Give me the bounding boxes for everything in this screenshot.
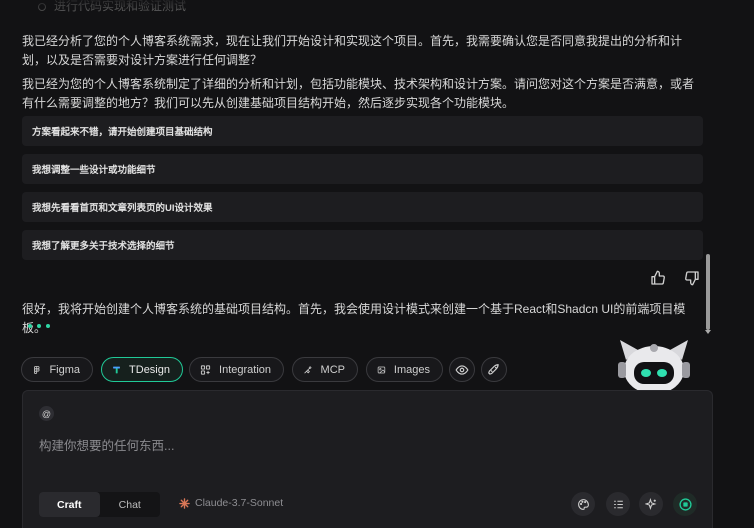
message-input[interactable]: 构建你想要的任何东西... [39, 435, 174, 454]
tdesign-button[interactable]: TDesign [101, 357, 183, 382]
mode-toggle[interactable]: Craft Chat [39, 492, 160, 517]
enhance-button[interactable] [639, 492, 663, 516]
assistant-message-1: 我已经分析了您的个人博客系统需求，现在让我们开始设计和实现这个项目。首先，我需要… [22, 34, 683, 67]
eye-icon [455, 364, 469, 375]
figma-icon [33, 365, 40, 374]
scroll-down-arrow[interactable] [705, 330, 711, 334]
message-composer[interactable]: @ 构建你想要的任何东西... Craft Chat Claude-3.7-So… [22, 390, 713, 528]
previous-text: 进行代码实现和验证测试 [54, 0, 187, 13]
rocket-icon [488, 363, 499, 375]
palette-icon [577, 498, 589, 510]
assistant-reply: 很好，我将开始创建个人博客系统的基础项目结构。首先，我会使用设计模式来创建一个基… [22, 302, 686, 335]
option-tech-details[interactable]: 我想了解更多关于技术选择的细节 [22, 230, 703, 260]
robot-mascot-icon [618, 340, 690, 394]
claude-logo-icon [179, 497, 190, 509]
list-icon [613, 500, 623, 508]
integration-icon [200, 364, 211, 375]
images-icon [377, 366, 386, 373]
model-selector[interactable]: Claude-3.7-Sonnet [179, 497, 283, 509]
scrollbar-thumb[interactable] [706, 254, 710, 330]
stop-icon [678, 497, 692, 511]
deploy-button[interactable] [481, 357, 507, 382]
mode-chat-tab[interactable]: Chat [100, 492, 161, 517]
sparkle-icon [644, 497, 656, 510]
assistant-message-2: 我已经为您的个人博客系统制定了详细的分析和计划，包括功能模块、技术架构和设计方案… [22, 77, 695, 110]
images-button[interactable]: Images [366, 357, 443, 382]
thumbs-up-icon[interactable] [650, 270, 666, 286]
stop-button[interactable] [673, 492, 697, 516]
mention-button[interactable]: @ [39, 406, 54, 421]
tdesign-icon [113, 366, 120, 373]
mode-craft-tab[interactable]: Craft [39, 492, 100, 517]
typing-indicator [28, 324, 50, 328]
mcp-button[interactable]: MCP [292, 357, 358, 382]
theme-button[interactable] [571, 492, 595, 516]
thumbs-down-icon[interactable] [684, 270, 700, 286]
option-start-structure[interactable]: 方案看起来不错，请开始创建项目基础结构 [22, 116, 703, 146]
task-list-button[interactable] [606, 492, 630, 516]
bullet-icon [38, 2, 46, 11]
option-preview-ui[interactable]: 我想先看看首页和文章列表页的UI设计效果 [22, 192, 703, 222]
figma-button[interactable]: Figma [21, 357, 93, 382]
mcp-icon [304, 365, 312, 373]
option-adjust-design[interactable]: 我想调整一些设计或功能细节 [22, 154, 703, 184]
integration-button[interactable]: Integration [189, 357, 284, 382]
previous-message-fragment: 进行代码实现和验证测试 [0, 0, 754, 14]
preview-button[interactable] [449, 357, 475, 382]
